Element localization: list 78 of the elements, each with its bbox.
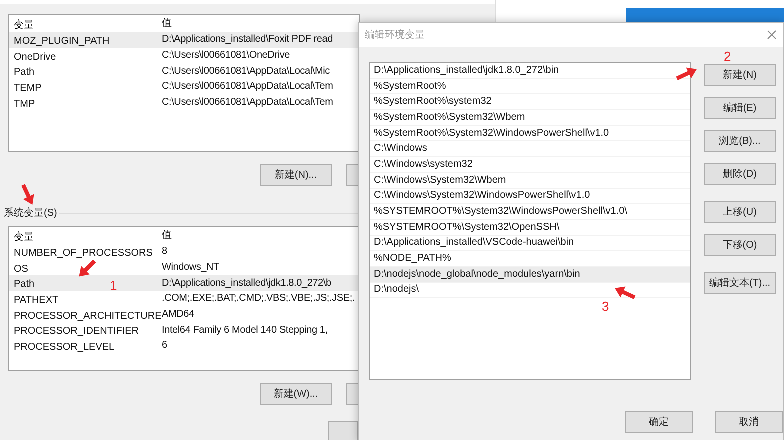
dialog-button[interactable]: 新建(N) <box>704 64 776 86</box>
list-row[interactable]: %SystemRoot%\system32 <box>370 94 690 110</box>
section-label: 系统变量(S) <box>4 206 58 221</box>
list-row[interactable]: %NODE_PATH% <box>370 251 690 267</box>
path-entry: C:\Windows\System32\Wbem <box>374 174 506 188</box>
list-row[interactable]: D:\Applications_installed\VSCode-huawei\bin <box>370 236 690 252</box>
ok-button[interactable]: 确定 <box>625 411 693 433</box>
variable-name: Path <box>14 67 35 78</box>
list-row[interactable]: %SystemRoot%\System32\WindowsPowerShell\v1.0 <box>370 126 690 142</box>
close-icon[interactable] <box>767 30 777 40</box>
path-entry: %NODE_PATH% <box>374 252 452 266</box>
variable-value: D:\Applications_installed\jdk1.8.0_272\b <box>161 276 332 291</box>
path-entry: D:\Applications_installed\jdk1.8.0_272\bin <box>374 64 560 78</box>
annotation-number: 2 <box>724 48 732 66</box>
variable-value: 8 <box>161 245 168 260</box>
variable-name: OS <box>14 264 28 275</box>
column-header: 变量 <box>14 232 34 242</box>
path-entry: %SystemRoot%\System32\WindowsPowerShell\v1.0 <box>374 126 610 141</box>
annotation-number: 3 <box>602 298 610 316</box>
variable-value: C:\Users\l00661081\AppData\Local\Tem <box>161 96 334 110</box>
variable-row[interactable]: OS Windows_NT <box>9 260 359 276</box>
button[interactable] <box>328 421 358 440</box>
variable-value: 6 <box>161 339 168 354</box>
variable-value: AMD64 <box>162 308 194 322</box>
dialog-button[interactable]: 编辑(E) <box>704 97 776 119</box>
list-row[interactable]: %SYSTEMROOT%\System32\OpenSSH\ <box>370 220 690 236</box>
list-row[interactable]: C:\Windows\System32\Wbem <box>370 172 690 188</box>
variable-name: TMP <box>14 98 36 110</box>
column-header: 值 <box>161 229 172 243</box>
variable-value: C:\Users\l00661081\AppData\Local\Mic <box>161 64 330 79</box>
variable-name: TEMP <box>14 82 42 94</box>
list-row[interactable]: C:\Windows <box>370 141 690 158</box>
variable-row[interactable]: MOZ_PLUGIN_PATH D:\Applications_installed\Foxit PDF read <box>9 32 359 48</box>
column-header: 变量 <box>14 20 34 30</box>
list-row[interactable]: D:\nodejs\node_global\node_modules\yarn\bin <box>370 266 690 283</box>
variable-value: C:\Users\l00661081\AppData\Local\Tem <box>161 80 334 94</box>
variable-value: C:\Users\l00661081\OneDrive <box>161 49 290 64</box>
path-entry: D:\Applications_installed\VSCode-huawei\bin <box>374 236 574 250</box>
variable-name: Path <box>14 279 35 290</box>
list-row[interactable]: %SystemRoot%\System32\Wbem <box>370 110 690 126</box>
path-entry: %SystemRoot%\system32 <box>374 95 492 110</box>
path-entry: %SYSTEMROOT%\System32\WindowsPowerShell\v1.0\ <box>374 205 628 220</box>
new-system-variable-button[interactable]: 新建(W)... <box>260 383 332 405</box>
variable-name: NUMBER_OF_PROCESSORS <box>14 248 153 259</box>
column-header: 值 <box>161 17 172 31</box>
path-entry: D:\nodejs\ <box>374 283 420 298</box>
variable-name: OneDrive <box>14 52 56 63</box>
variable-value: Intel64 Family 6 Model 140 Stepping 1, <box>161 324 328 338</box>
variable-name: PROCESSOR_ARCHITECTURE <box>14 310 162 322</box>
cancel-button[interactable]: 取消 <box>715 411 783 433</box>
variable-name: MOZ_PLUGIN_PATH <box>14 36 110 47</box>
variable-name: PATHEXT <box>14 294 59 306</box>
path-entry: C:\Windows\System32\WindowsPowerShell\v1.0 <box>374 189 590 204</box>
path-entry: D:\nodejs\node_global\node_modules\yarn\bin <box>374 268 580 282</box>
dialog-button[interactable]: 下移(O) <box>704 234 776 256</box>
new-user-variable-button[interactable]: 新建(N)... <box>260 164 332 186</box>
variable-name: PROCESSOR_LEVEL <box>14 342 115 353</box>
list-row[interactable]: D:\Applications_installed\jdk1.8.0_272\bin <box>370 63 690 79</box>
list-row[interactable]: C:\Windows\system32 <box>370 157 690 173</box>
list-row[interactable]: D:\nodejs\ <box>370 282 690 298</box>
dialog-button[interactable]: 编辑文本(T)... <box>704 272 776 294</box>
variable-row[interactable]: OneDrive C:\Users\l00661081\OneDrive <box>9 48 359 64</box>
path-entry: C:\Windows\system32 <box>374 158 473 172</box>
list-row[interactable]: %SystemRoot% <box>370 78 690 94</box>
path-entry: C:\Windows <box>374 142 428 156</box>
variable-value: D:\Applications_installed\Foxit PDF read <box>161 33 333 48</box>
list-row[interactable]: C:\Windows\System32\WindowsPowerShell\v1.0 <box>370 188 690 204</box>
path-entry: %SystemRoot% <box>374 80 446 94</box>
list-row[interactable]: %SYSTEMROOT%\System32\WindowsPowerShell\v1.0\ <box>370 204 690 220</box>
dialog-button[interactable]: 上移(U) <box>704 201 776 223</box>
path-entry: %SYSTEMROOT%\System32\OpenSSH\ <box>374 220 560 235</box>
dialog-button[interactable]: 删除(D) <box>704 163 776 185</box>
variable-name: PROCESSOR_IDENTIFIER <box>14 326 140 338</box>
dialog-button[interactable]: 浏览(B)... <box>704 130 776 152</box>
variable-value: .COM;.EXE;.BAT;.CMD;.VBS;.VBE;.JS;.JSE;. <box>161 292 355 306</box>
path-entry: %SystemRoot%\System32\Wbem <box>374 110 526 125</box>
dialog-title: 编辑环境变量 <box>365 28 425 42</box>
variable-value: Windows_NT <box>161 261 220 276</box>
